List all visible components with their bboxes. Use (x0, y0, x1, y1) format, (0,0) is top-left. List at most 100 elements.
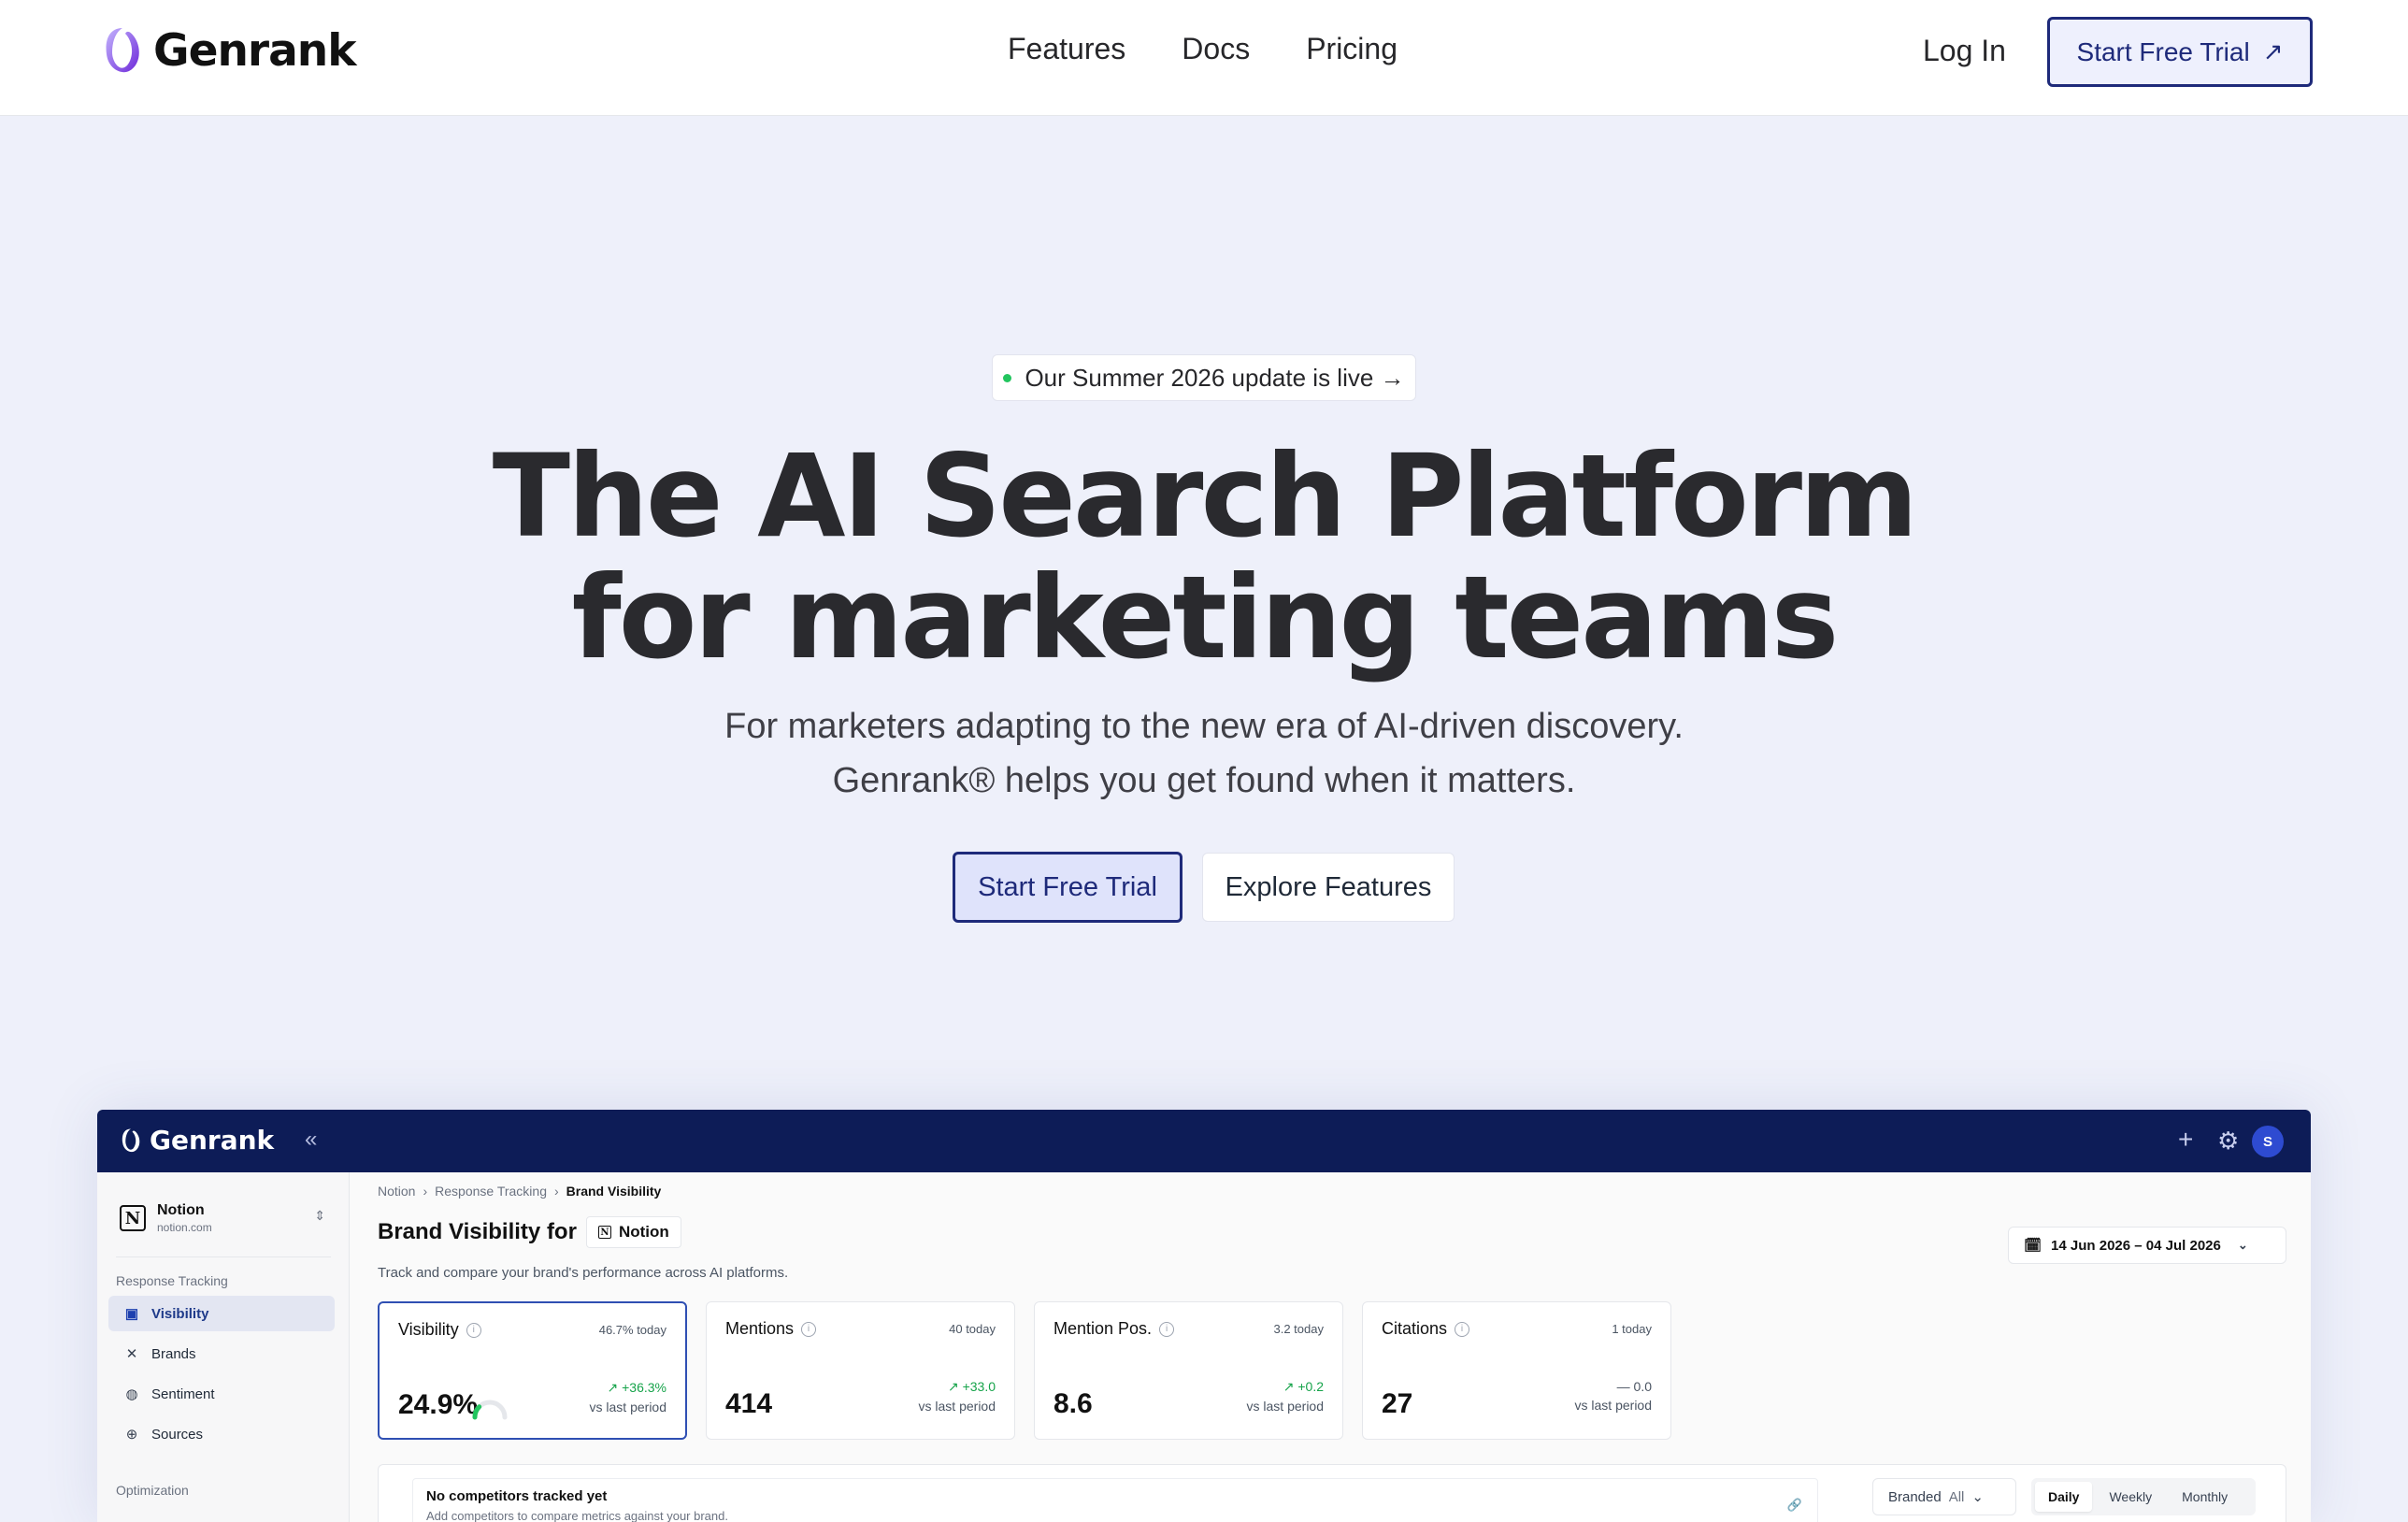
chevron-updown-icon: ⇕ (314, 1208, 325, 1223)
update-badge[interactable]: Our Summer 2026 update is live → (992, 354, 1416, 401)
competitors-panel: No competitors tracked yet Add competito… (378, 1464, 2286, 1522)
branded-filter-select[interactable]: Branded All ⌄ (1872, 1478, 2016, 1515)
breadcrumb-separator-icon: › (553, 1184, 559, 1199)
brand-logo[interactable]: Genrank (101, 24, 357, 77)
kpi-label: Mentions i (725, 1319, 817, 1339)
chevron-down-icon: ⌄ (1971, 1489, 1984, 1505)
visibility-gauge (472, 1400, 508, 1420)
sidebar-item-sources[interactable]: ⊕ Sources (108, 1416, 335, 1452)
kpi-value: 8.6 (1054, 1388, 1093, 1419)
collapse-sidebar-icon[interactable]: « (305, 1127, 317, 1153)
kpi-delta: — 0.0 vs last period (1575, 1379, 1652, 1413)
sidebar-item-label: Sources (151, 1426, 204, 1443)
app-header: Genrank « + ⚙ S (97, 1110, 2311, 1172)
app-logo[interactable]: Genrank (120, 1125, 274, 1156)
workspace-name: Notion (157, 1202, 205, 1218)
workspace-url: notion.com (157, 1221, 212, 1234)
app-main: Notion › Response Tracking › Brand Visib… (350, 1172, 2311, 1522)
kpi-delta-value: ↗ +0.2 (1283, 1379, 1324, 1394)
link-icon[interactable]: 🔗 (1787, 1498, 1802, 1513)
kpi-delta-value: ↗ +33.0 (947, 1379, 996, 1394)
start-trial-button-nav[interactable]: Start Free Trial ↗ (2047, 17, 2313, 87)
kpi-delta-value: — 0.0 (1616, 1379, 1652, 1394)
calendar-icon: 🗓 (2024, 1238, 2042, 1254)
nav-link-pricing[interactable]: Pricing (1306, 32, 1398, 66)
chevron-down-icon: ⌄ (2237, 1238, 2248, 1252)
explore-features-button[interactable]: Explore Features (1202, 853, 1455, 922)
kpi-label-text: Mentions (725, 1319, 795, 1338)
sidebar-item-label: Brands (151, 1345, 196, 1362)
breadcrumb-item[interactable]: Notion (378, 1184, 415, 1199)
hero-title-line1: The AI Search Platform (492, 430, 1918, 563)
branded-filter-value: All (1948, 1488, 1965, 1505)
date-range-picker[interactable]: 🗓 14 Jun 2026 – 04 Jul 2026 ⌄ (2008, 1227, 2286, 1264)
status-dot-icon (1003, 373, 1012, 382)
brand-chip-label: Notion (618, 1223, 669, 1241)
top-nav: Genrank Features Docs Pricing Log In Sta… (0, 0, 2408, 116)
kpi-today: 3.2 today (1273, 1322, 1325, 1336)
nav-link-docs[interactable]: Docs (1182, 32, 1250, 66)
sidebar-item-sentiment[interactable]: ◍ Sentiment (108, 1376, 335, 1412)
kpi-delta-caption: vs last period (1574, 1398, 1652, 1413)
plus-icon[interactable]: + (2178, 1125, 2193, 1155)
app-sidebar: N Notion notion.com ⇕ Response Tracking … (97, 1172, 350, 1522)
kpi-label-text: Visibility (398, 1320, 459, 1339)
kpi-today: 46.7% today (598, 1323, 666, 1337)
notion-logo-icon: N (120, 1205, 146, 1231)
hero-subtitle-line2: Genrank® helps you get found when it mat… (832, 761, 1576, 800)
breadcrumb-current: Brand Visibility (566, 1184, 662, 1199)
workspace-switcher[interactable]: N Notion notion.com ⇕ (120, 1197, 331, 1240)
login-link[interactable]: Log In (1923, 34, 2006, 68)
kpi-delta: ↗ +33.0 vs last period (919, 1379, 996, 1414)
hero-title: The AI Search Platform for marketing tea… (0, 436, 2408, 679)
nav-link-features[interactable]: Features (1008, 32, 1125, 66)
globe-icon: ⊕ (125, 1427, 138, 1443)
kpi-label-text: Citations (1382, 1319, 1448, 1338)
kpi-value: 27 (1382, 1388, 1413, 1419)
kpi-today: 1 today (1612, 1322, 1652, 1336)
kpi-today: 40 today (949, 1322, 996, 1336)
kpi-card-visibility[interactable]: Visibility i 46.7% today 24.9% ↗ +36.3% … (378, 1301, 687, 1440)
breadcrumb-separator-icon: › (423, 1184, 428, 1199)
sidebar-section-optimization: Optimization (116, 1483, 189, 1498)
page-title-text: Brand Visibility for (378, 1219, 577, 1244)
granularity-weekly[interactable]: Weekly (2096, 1482, 2165, 1512)
breadcrumb-item[interactable]: Response Tracking (435, 1184, 547, 1199)
kpi-label: Mention Pos. i (1054, 1319, 1175, 1339)
hero-subtitle: For marketers adapting to the new era of… (0, 699, 2408, 808)
empty-state-description: Add competitors to compare metrics again… (426, 1509, 728, 1522)
hero-title-line2: for marketing teams (571, 552, 1840, 684)
start-trial-label: Start Free Trial (2076, 36, 2250, 66)
granularity-toggle: Daily Weekly Monthly (2031, 1478, 2256, 1515)
logo-mark-icon (106, 28, 139, 73)
sidebar-item-brands[interactable]: ✕ Brands (108, 1336, 335, 1371)
kpi-card-mentions[interactable]: Mentions i 40 today 414 ↗ +33.0 vs last … (706, 1301, 1015, 1440)
update-badge-text: Our Summer 2026 update is live → (1025, 363, 1405, 392)
kpi-value: 24.9% (398, 1389, 479, 1420)
avatar[interactable]: S (2252, 1126, 2284, 1157)
kpi-delta-value: ↗ +36.3% (607, 1380, 667, 1395)
empty-state: No competitors tracked yet Add competito… (412, 1478, 1818, 1522)
sidebar-item-label: Visibility (151, 1305, 209, 1322)
granularity-monthly[interactable]: Monthly (2169, 1482, 2241, 1512)
granularity-daily[interactable]: Daily (2035, 1482, 2093, 1512)
brand-chip[interactable]: N Notion (585, 1216, 681, 1248)
branded-filter-label: Branded (1888, 1488, 1942, 1505)
kpi-value: 414 (725, 1388, 773, 1419)
page-description: Track and compare your brand's performan… (378, 1265, 789, 1281)
sidebar-item-visibility[interactable]: ▣ Visibility (108, 1296, 335, 1331)
sidebar-section-response-tracking: Response Tracking (116, 1273, 228, 1288)
page-title: Brand Visibility for N Notion (378, 1216, 681, 1248)
start-trial-button[interactable]: Start Free Trial (953, 852, 1182, 923)
kpi-delta-caption: vs last period (589, 1400, 666, 1414)
breadcrumb: Notion › Response Tracking › Brand Visib… (378, 1184, 661, 1199)
kpi-card-citations[interactable]: Citations i 1 today 27 — 0.0 vs last per… (1362, 1301, 1671, 1440)
kpi-card-mention-position[interactable]: Mention Pos. i 3.2 today 8.6 ↗ +0.2 vs l… (1034, 1301, 1343, 1440)
monitor-icon: ▣ (124, 1306, 139, 1322)
hero-subtitle-line1: For marketers adapting to the new era of… (724, 707, 1684, 746)
gear-icon[interactable]: ⚙ (2217, 1127, 2239, 1156)
sentiment-icon: ◍ (125, 1386, 138, 1402)
notion-logo-icon: N (597, 1226, 611, 1239)
nav-links: Features Docs Pricing (1008, 32, 1454, 66)
kpi-delta-caption: vs last period (1246, 1399, 1324, 1414)
